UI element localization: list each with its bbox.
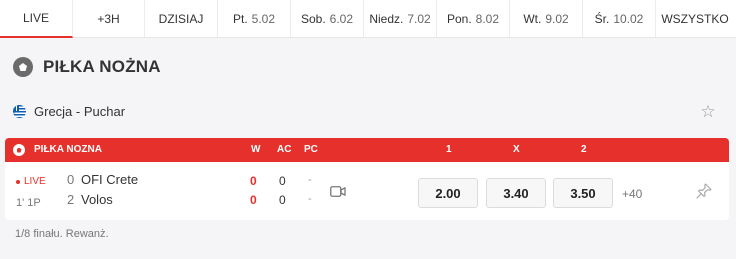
tab-day[interactable]: Pt. 5.02 bbox=[218, 0, 291, 38]
tab-label: WSZYSTKO bbox=[661, 12, 729, 26]
home-ac: 0 bbox=[279, 174, 286, 188]
tab-today[interactable]: DZISIAJ bbox=[145, 0, 218, 38]
tab-3h[interactable]: +3H bbox=[73, 0, 145, 38]
tab-date: 7.02 bbox=[407, 12, 431, 26]
header-w: W bbox=[251, 144, 261, 155]
odd-x-button[interactable]: 3.40 bbox=[486, 178, 546, 208]
video-camera-icon[interactable] bbox=[330, 186, 346, 197]
sport-heading: PIŁKA NOŻNA bbox=[13, 57, 161, 77]
league-header[interactable]: Grecja - Puchar bbox=[13, 104, 125, 119]
tab-all[interactable]: WSZYSTKO bbox=[656, 0, 734, 38]
tab-label: Śr. bbox=[594, 12, 610, 26]
away-w: 0 bbox=[250, 193, 257, 207]
odd-1-button[interactable]: 2.00 bbox=[418, 178, 478, 208]
header-sport: PIŁKA NOZNA bbox=[34, 144, 102, 155]
tab-day[interactable]: Śr. 10.02 bbox=[583, 0, 656, 38]
more-markets-link[interactable]: +40 bbox=[622, 187, 642, 201]
tab-label: Wt. bbox=[523, 12, 542, 26]
away-score: 2 bbox=[67, 192, 75, 207]
tab-live[interactable]: LIVE bbox=[0, 0, 73, 38]
pin-icon[interactable] bbox=[695, 182, 713, 200]
tab-label: DZISIAJ bbox=[158, 12, 204, 26]
match-time: 1' 1P bbox=[16, 197, 41, 209]
match-note: 1/8 finału. Rewanż. bbox=[15, 228, 109, 240]
tab-label: +3H bbox=[97, 12, 120, 26]
header-ac: AC bbox=[277, 144, 292, 155]
tab-date: 10.02 bbox=[613, 12, 644, 26]
date-tabs: LIVE +3H DZISIAJ Pt. 5.02 Sob. 6.02 Niedz.… bbox=[0, 0, 736, 38]
home-w: 0 bbox=[250, 174, 257, 188]
tab-day[interactable]: Niedz. 7.02 bbox=[364, 0, 437, 38]
away-team: Volos bbox=[81, 192, 113, 207]
live-label: LIVE bbox=[24, 176, 46, 187]
away-ac: 0 bbox=[279, 193, 286, 207]
match-row[interactable]: LIVE 1' 1P 0 OFI Crete 2 Volos 0 0 0 0 -… bbox=[5, 162, 729, 220]
odd-2-button[interactable]: 3.50 bbox=[553, 178, 613, 208]
live-dot-icon bbox=[16, 179, 20, 184]
tab-day[interactable]: Wt. 9.02 bbox=[510, 0, 583, 38]
league-name: Grecja - Puchar bbox=[34, 104, 126, 119]
tab-date: 8.02 bbox=[475, 12, 500, 26]
home-pc: - bbox=[308, 174, 312, 186]
home-score: 0 bbox=[67, 172, 75, 187]
tab-day[interactable]: Pon. 8.02 bbox=[437, 0, 510, 38]
favorite-star-icon[interactable]: ☆ bbox=[699, 103, 717, 121]
soccer-ball-icon bbox=[13, 144, 25, 156]
live-indicator: LIVE bbox=[16, 176, 46, 187]
tab-label: Pt. bbox=[232, 12, 248, 26]
header-odd-x: X bbox=[513, 144, 520, 155]
header-odd-1: 1 bbox=[446, 144, 452, 155]
page-title: PIŁKA NOŻNA bbox=[43, 57, 161, 76]
soccer-ball-icon bbox=[13, 57, 33, 77]
tab-date: 5.02 bbox=[251, 12, 276, 26]
tab-label: LIVE bbox=[22, 11, 49, 25]
match-table-header: PIŁKA NOZNA W AC PC 1 X 2 bbox=[5, 138, 729, 162]
tab-date: 6.02 bbox=[329, 12, 354, 26]
header-odd-2: 2 bbox=[581, 144, 587, 155]
tab-day[interactable]: Sob. 6.02 bbox=[291, 0, 364, 38]
match-card: PIŁKA NOZNA W AC PC 1 X 2 LIVE 1' 1P 0 O… bbox=[5, 138, 729, 220]
tab-label: Sob. bbox=[300, 12, 326, 26]
tab-label: Niedz. bbox=[369, 12, 404, 26]
away-pc: - bbox=[308, 193, 312, 205]
tab-date: 9.02 bbox=[545, 12, 569, 26]
home-team: OFI Crete bbox=[81, 172, 139, 187]
greece-flag-icon bbox=[13, 105, 26, 118]
header-pc: PC bbox=[304, 144, 318, 155]
tab-label: Pon. bbox=[446, 12, 472, 26]
